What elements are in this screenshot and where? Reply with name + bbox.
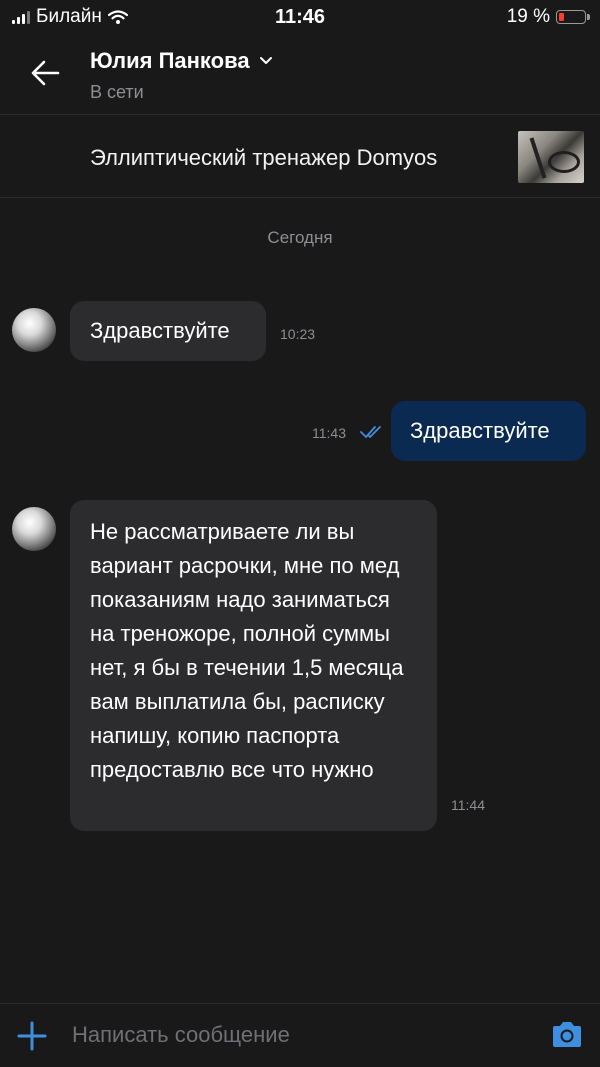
message-composer bbox=[0, 1003, 600, 1067]
avatar[interactable] bbox=[12, 507, 56, 551]
status-bar: Билайн 11:46 19 % bbox=[0, 0, 600, 34]
plus-icon[interactable] bbox=[16, 1020, 48, 1052]
listing-thumbnail[interactable] bbox=[518, 131, 584, 183]
contact-status: В сети bbox=[90, 82, 144, 102]
battery-percent: 19 % bbox=[506, 6, 550, 27]
listing-card[interactable]: Эллиптический тренажер Domyos bbox=[0, 115, 600, 198]
read-checkmarks-icon bbox=[360, 426, 381, 438]
message-time: 11:44 bbox=[451, 797, 485, 813]
battery-group: 19 % bbox=[506, 6, 590, 28]
date-separator: Сегодня bbox=[267, 228, 333, 247]
camera-icon[interactable] bbox=[550, 1018, 584, 1052]
message-text: Не рассматриваете ли вы вариант расрочки… bbox=[90, 519, 404, 782]
contact-name-button[interactable]: Юлия Панкова bbox=[90, 48, 274, 74]
message-bubble-outgoing[interactable]: Здравствуйте bbox=[391, 401, 586, 461]
message-text: Здравствуйте bbox=[90, 318, 230, 343]
back-arrow-icon[interactable] bbox=[28, 56, 62, 90]
battery-level bbox=[559, 13, 564, 21]
chevron-down-icon bbox=[259, 57, 272, 64]
contact-name: Юлия Панкова bbox=[90, 48, 250, 73]
battery-icon bbox=[556, 10, 590, 24]
message-input[interactable] bbox=[72, 1022, 522, 1048]
message-bubble-incoming[interactable]: Здравствуйте bbox=[70, 301, 266, 361]
avatar[interactable] bbox=[12, 308, 56, 352]
message-time: 10:23 bbox=[280, 326, 316, 342]
listing-title: Эллиптический тренажер Domyos bbox=[90, 145, 438, 170]
chat-header: Юлия Панкова В сети bbox=[0, 34, 600, 115]
message-text: Здравствуйте bbox=[410, 418, 550, 443]
message-time: 11:43 bbox=[312, 425, 346, 441]
message-bubble-incoming[interactable]: Не рассматриваете ли вы вариант расрочки… bbox=[70, 500, 437, 831]
